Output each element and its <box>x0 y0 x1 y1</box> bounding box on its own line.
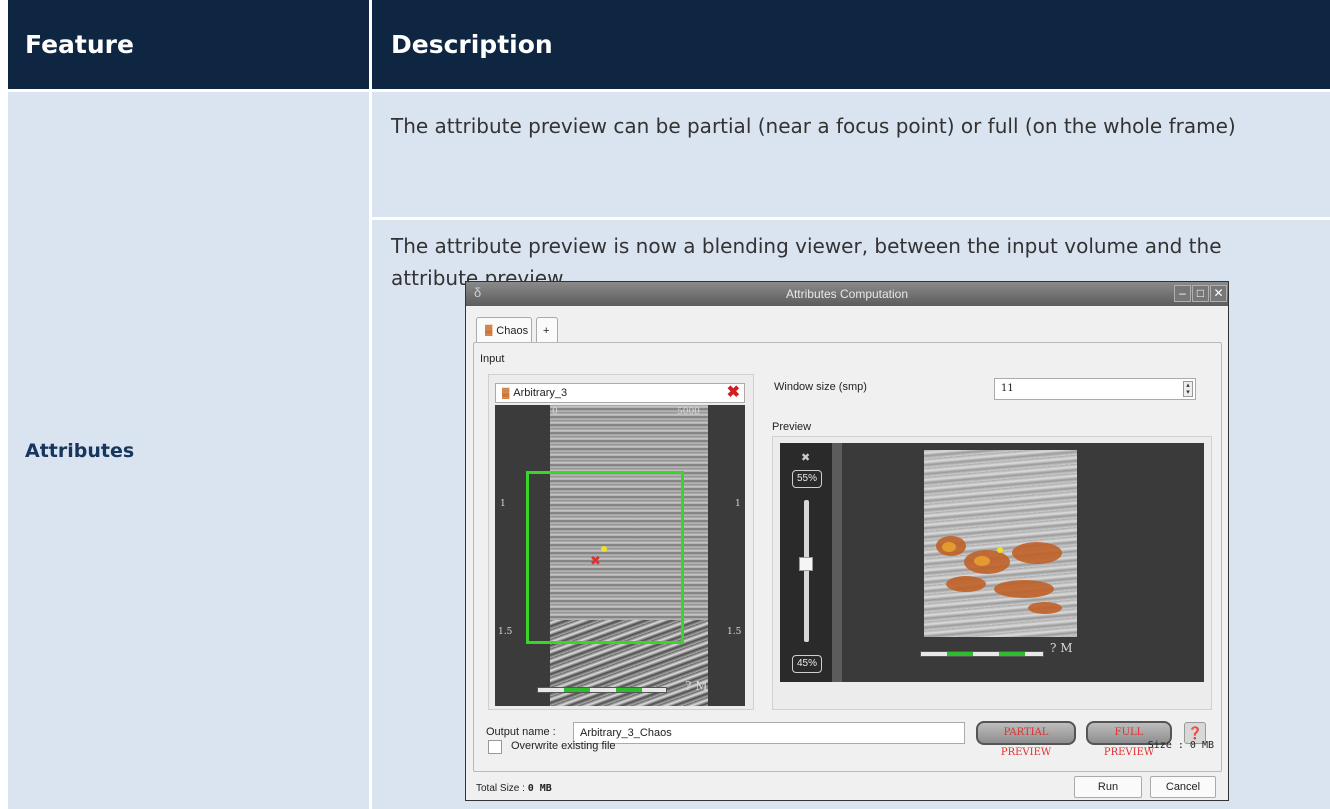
window-size-spinbox[interactable]: 11 ▴ ▾ <box>994 378 1196 400</box>
blend-top-percent: 55% <box>792 470 822 488</box>
description-cell-1: The attribute preview can be partial (ne… <box>372 92 1330 217</box>
total-size-label: Total Size : 0 MB <box>476 783 552 794</box>
attribute-blob <box>994 580 1054 598</box>
preview-label: Preview <box>772 421 812 433</box>
scale-unit: ? M <box>1050 641 1073 655</box>
output-name-input[interactable]: Arbitrary_3_Chaos <box>573 722 965 744</box>
maximize-icon[interactable]: □ <box>1192 285 1209 302</box>
close-icon[interactable]: ✕ <box>1210 285 1227 302</box>
description-text-1: The attribute preview can be partial (ne… <box>391 114 1236 138</box>
blend-slider-panel: ✖ 55% 45% <box>780 443 832 682</box>
attribute-blob <box>942 542 956 552</box>
size-label: Size : 0 MB <box>1147 740 1214 751</box>
window-size-label: Window size (smp) <box>774 381 867 393</box>
app-logo-icon: δ <box>474 285 482 300</box>
feature-cell: Attributes <box>8 92 369 809</box>
partial-preview-button[interactable]: PARTIAL PREVIEW <box>976 721 1076 758</box>
slider-divider <box>832 443 842 682</box>
header-feature: Feature <box>8 0 369 89</box>
tab-chaos[interactable]: ▓ Chaos <box>476 317 532 343</box>
preview-blend-view[interactable]: ✖ 55% 45% ? M <box>780 443 1204 682</box>
cancel-button[interactable]: Cancel <box>1150 776 1216 798</box>
axis-tick-left-top: 0 <box>552 407 558 417</box>
blend-bottom-percent: 45% <box>792 655 822 673</box>
attribute-blob <box>1012 542 1062 564</box>
output-name-value: Arbitrary_3_Chaos <box>580 727 672 739</box>
blend-slider-handle[interactable] <box>799 557 813 571</box>
scale-bar <box>920 651 1044 657</box>
minimize-icon[interactable]: – <box>1174 285 1191 302</box>
overwrite-label: Overwrite existing file <box>511 740 616 752</box>
overwrite-checkbox[interactable] <box>488 740 502 754</box>
add-tab-button[interactable]: + <box>536 317 558 343</box>
attribute-blob <box>946 576 986 592</box>
blend-slider-track[interactable] <box>804 500 809 642</box>
focus-window[interactable] <box>526 471 684 644</box>
attribute-blob <box>1028 602 1062 614</box>
seismic-volume-icon: ▓ <box>485 325 493 336</box>
seismic-volume-icon: ▓ <box>502 387 510 399</box>
axis-tick-right-top: 5000 <box>677 407 700 417</box>
axis-tick-row1-right: 1 <box>735 499 741 509</box>
attribute-blob <box>974 556 990 566</box>
total-size-value: 0 MB <box>527 783 552 794</box>
remove-icon[interactable]: ✖ <box>727 384 740 402</box>
spin-arrows-icon[interactable]: ▴ ▾ <box>1183 381 1193 397</box>
attributes-computation-dialog: δ Attributes Computation – □ ✕ ▓ Chaos +… <box>465 281 1229 801</box>
input-label: Input <box>480 353 505 365</box>
window-size-value: 11 <box>1001 383 1014 394</box>
axis-tick-row1-left: 1 <box>500 499 506 509</box>
dialog-titlebar: δ Attributes Computation – □ ✕ <box>466 282 1228 306</box>
dialog-title: Attributes Computation <box>785 287 909 301</box>
attribute-preview-image <box>924 450 1077 637</box>
focus-point[interactable] <box>601 546 607 552</box>
total-size-text: Total Size : <box>476 783 525 794</box>
cursor-crosshair: ✖ <box>590 553 601 568</box>
close-icon[interactable]: ✖ <box>801 451 810 464</box>
output-name-label: Output name : <box>486 726 556 738</box>
input-volume-value: Arbitrary_3 <box>513 387 568 399</box>
run-button[interactable]: Run <box>1074 776 1142 798</box>
axis-tick-row2-left: 1.5 <box>498 627 513 637</box>
feature-label: Attributes <box>25 439 135 462</box>
axis-tick-row2-right: 1.5 <box>727 627 742 637</box>
scale-unit: ? M <box>685 679 708 693</box>
tab-chaos-label: Chaos <box>496 324 529 337</box>
input-volume-select[interactable]: ▓ Arbitrary_3 ✖ <box>495 383 745 403</box>
scale-bar <box>537 687 667 693</box>
input-seismic-view[interactable]: ✖ 0 5000 1 1 1.5 1.5 ? M <box>495 405 745 706</box>
focus-point[interactable] <box>997 547 1003 553</box>
header-description: Description <box>372 0 1330 89</box>
chaos-panel: Input ▓ Arbitrary_3 ✖ ✖ 0 5000 1 1 1.5 1… <box>473 342 1222 772</box>
